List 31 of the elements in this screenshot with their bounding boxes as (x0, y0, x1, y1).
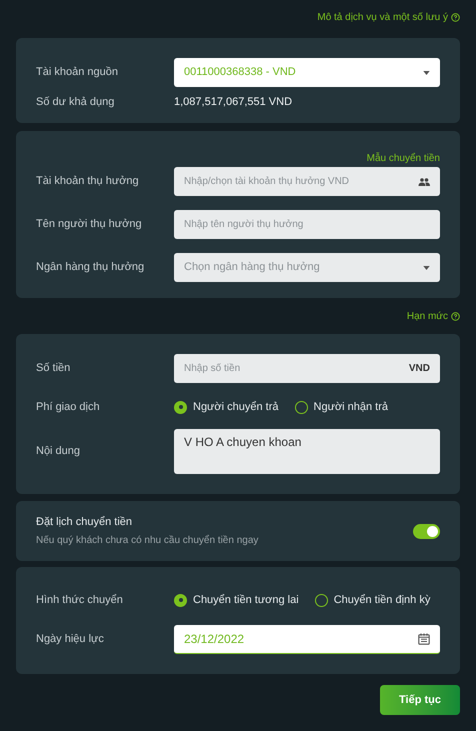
balance-value: 1,087,517,067,551 VND (174, 94, 292, 110)
help-icon (451, 312, 460, 320)
field-label: Tài khoản thụ hưởng (36, 174, 140, 190)
caret-icon (423, 70, 430, 74)
field-label: Tên người thụ hưởng (36, 217, 143, 232)
radio-option[interactable]: Người chuyển trả (174, 398, 279, 416)
contacts-icon[interactable] (418, 178, 430, 186)
radio-option[interactable]: Chuyển tiền định kỳ (314, 592, 430, 608)
field-label: Số tiền (36, 361, 72, 376)
field-label: Ngày hiệu lực (36, 632, 105, 648)
amount-field[interactable]: Nhập số tiền VND (174, 354, 440, 383)
currency-label: VND (408, 362, 430, 376)
schedule-toggle[interactable] (413, 524, 440, 538)
content-field[interactable]: V HO A chuyen khoan (174, 429, 440, 474)
field-label: Ngân hàng thụ hưởng (36, 260, 146, 276)
calendar-icon[interactable] (418, 633, 430, 645)
radio-option[interactable]: Người nhận trả (294, 398, 388, 416)
field-label: Hình thức chuyển (36, 592, 124, 608)
help-link[interactable]: Mô tả dịch vụ và một số lưu ý (317, 10, 460, 25)
schedule-subtitle: Nếu quý khách chưa có nhu cầu chuyển tiền ngay (36, 534, 258, 548)
template-link[interactable]: Mẫu chuyển tiền (366, 151, 440, 167)
schedule-title: Đặt lịch chuyển tiền (36, 515, 133, 530)
radio-option[interactable]: Chuyển tiền tương lai (174, 592, 299, 608)
limit-link[interactable]: Hạn mức (406, 308, 460, 324)
continue-button[interactable]: Tiếp tục (380, 685, 460, 715)
caret-icon (423, 266, 430, 270)
field-label: Tài khoản nguồn (36, 65, 119, 80)
field-label: Số dư khả dụng (36, 94, 116, 110)
field-label: Phí giao dịch (36, 400, 101, 415)
field-label: Nội dung (36, 444, 82, 460)
help-icon (451, 13, 460, 22)
